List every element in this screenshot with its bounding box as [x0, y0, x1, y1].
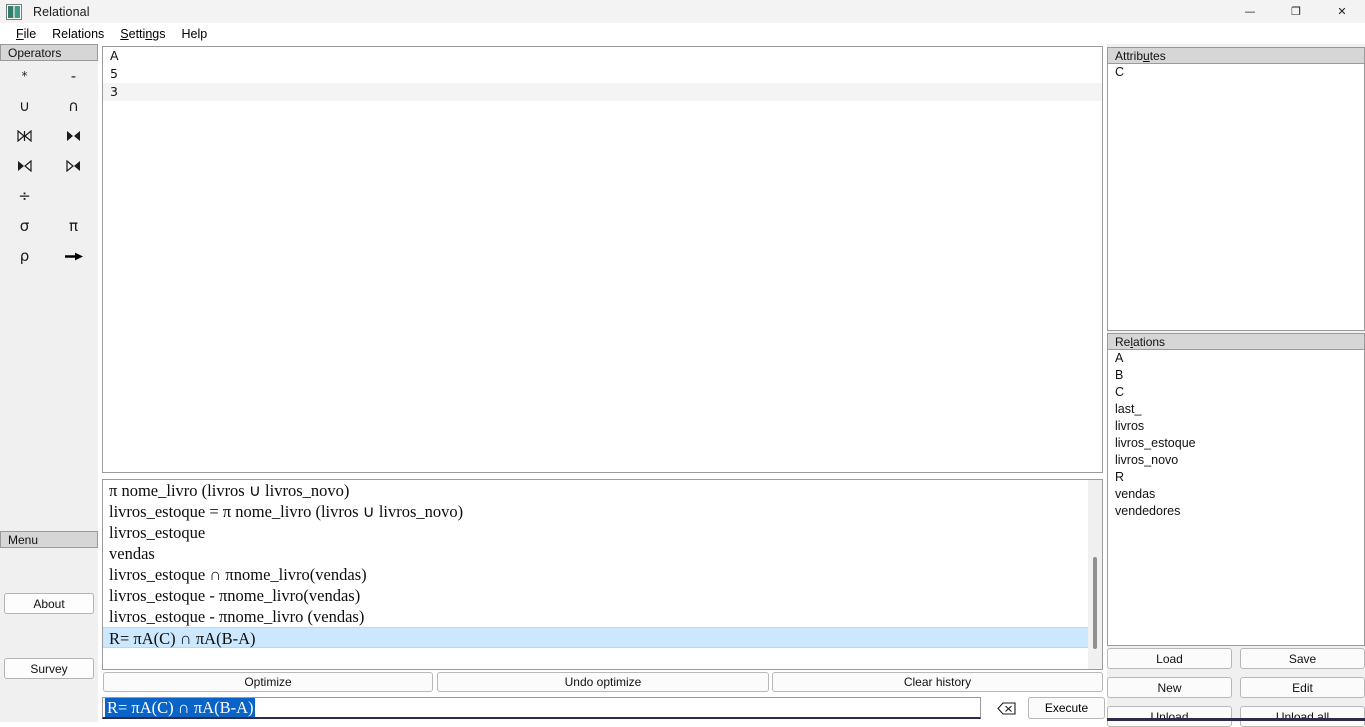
history-entries: π nome_livro (livros ∪ livros_novo) livr… — [103, 480, 1088, 648]
list-item[interactable]: B — [1108, 367, 1364, 384]
theta-join-operator[interactable] — [49, 121, 98, 151]
bottom-divider — [1107, 718, 1365, 721]
division-operator[interactable]: ÷ — [0, 181, 49, 211]
list-item[interactable]: livros_estoque - πnome_livro(vendas) — [103, 585, 1088, 606]
list-item[interactable]: A — [1108, 350, 1364, 367]
relations-header: Relations — [1107, 333, 1365, 350]
about-button[interactable]: About — [4, 593, 94, 614]
maximize-button[interactable]: ❐ — [1273, 0, 1319, 23]
relations-list[interactable]: A B C last_ livros livros_estoque livros… — [1107, 350, 1365, 646]
app-grid-icon — [6, 3, 22, 20]
clear-history-button[interactable]: Clear history — [772, 672, 1103, 692]
history-list[interactable]: π nome_livro (livros ∪ livros_novo) livr… — [102, 479, 1103, 670]
product-operator[interactable]: * — [0, 61, 49, 91]
list-item[interactable]: livros_novo — [1108, 452, 1364, 469]
attributes-header: Attributes — [1107, 47, 1365, 64]
unload-all-button[interactable]: Unload all — [1240, 706, 1365, 727]
right-sidebar: Attributes C Relations A B C last_ livro… — [1107, 44, 1365, 727]
new-button[interactable]: New — [1107, 677, 1232, 698]
list-item[interactable]: livros_estoque ∩ πnome_livro(vendas) — [103, 564, 1088, 585]
execute-button[interactable]: Execute — [1028, 697, 1105, 719]
history-scrollbar-thumb[interactable] — [1093, 557, 1097, 649]
edit-button[interactable]: Edit — [1240, 677, 1365, 698]
list-item[interactable]: livros — [1108, 418, 1364, 435]
list-item[interactable]: vendedores — [1108, 503, 1364, 520]
relations-buttons: Load Save New Edit Unload Unload all — [1107, 648, 1365, 727]
window-controls: — ❐ ✕ — [1227, 0, 1365, 23]
union-operator[interactable]: ∪ — [0, 91, 49, 121]
query-input-value: R= πA(C) ∩ πA(B-A) — [105, 698, 255, 717]
list-item-selected[interactable]: R= πA(C) ∩ πA(B-A) — [103, 627, 1088, 648]
minimize-button[interactable]: — — [1227, 0, 1273, 23]
projection-operator[interactable]: π — [49, 211, 98, 241]
arrow-operator[interactable] — [49, 241, 98, 271]
difference-operator[interactable]: - — [49, 61, 98, 91]
table-row[interactable]: 3 — [103, 83, 1102, 101]
save-button[interactable]: Save — [1240, 648, 1365, 669]
list-item[interactable]: R — [1108, 469, 1364, 486]
left-outer-join-operator[interactable] — [0, 151, 49, 181]
intersection-operator[interactable]: ∩ — [49, 91, 98, 121]
list-item[interactable]: vendas — [103, 543, 1088, 564]
operators-header: Operators — [0, 44, 98, 61]
optimize-button[interactable]: Optimize — [103, 672, 433, 692]
list-item[interactable]: C — [1108, 64, 1364, 81]
backspace-icon[interactable] — [986, 697, 1026, 719]
result-column-header: A — [110, 48, 119, 63]
list-item[interactable]: livros_estoque — [1108, 435, 1364, 452]
undo-optimize-button[interactable]: Undo optimize — [437, 672, 769, 692]
menu-header: Menu — [0, 531, 98, 548]
operators-sidebar: Operators * - ∪ ∩ ÷ σ π ρ Menu About Sur… — [0, 44, 98, 722]
title-bar: Relational — ❐ ✕ — [0, 0, 1365, 23]
survey-button[interactable]: Survey — [4, 658, 94, 679]
natural-join-operator[interactable] — [0, 121, 49, 151]
list-item[interactable]: livros_estoque - πnome_livro (vendas) — [103, 606, 1088, 627]
rename-operator[interactable]: ρ — [0, 241, 49, 271]
close-button[interactable]: ✕ — [1319, 0, 1365, 23]
list-item[interactable]: C — [1108, 384, 1364, 401]
right-outer-join-operator[interactable] — [49, 151, 98, 181]
menu-bar: File Relations Settings Help — [0, 23, 1365, 44]
result-grid[interactable]: A 5 3 — [102, 46, 1103, 473]
menu-relations[interactable]: Relations — [44, 25, 112, 43]
list-item[interactable]: vendas — [1108, 486, 1364, 503]
menu-settings[interactable]: Settings — [112, 25, 173, 43]
load-button[interactable]: Load — [1107, 648, 1232, 669]
unload-button[interactable]: Unload — [1107, 706, 1232, 727]
operators-grid: * - ∪ ∩ ÷ σ π ρ — [0, 61, 98, 271]
list-item[interactable]: livros_estoque = π nome_livro (livros ∪ … — [103, 501, 1088, 522]
menu-help[interactable]: Help — [173, 25, 215, 43]
list-item[interactable]: last_ — [1108, 401, 1364, 418]
query-input[interactable]: R= πA(C) ∩ πA(B-A) — [102, 697, 981, 719]
history-scrollbar[interactable] — [1088, 480, 1102, 669]
table-row[interactable]: 5 — [103, 65, 1102, 83]
list-item[interactable]: π nome_livro (livros ∪ livros_novo) — [103, 480, 1088, 501]
attributes-list[interactable]: C — [1107, 64, 1365, 331]
menu-file[interactable]: File — [8, 25, 44, 43]
window-title: Relational — [33, 4, 90, 19]
list-item[interactable]: livros_estoque — [103, 522, 1088, 543]
selection-operator[interactable]: σ — [0, 211, 49, 241]
